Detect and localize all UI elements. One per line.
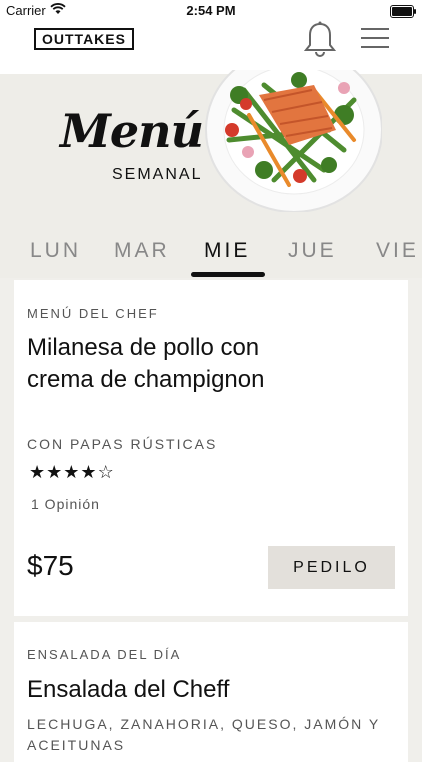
star-empty-icon: ☆: [97, 462, 115, 482]
battery-icon: [390, 5, 416, 18]
brand-logo[interactable]: OUTTAKES: [34, 28, 134, 50]
status-bar: Carrier 2:54 PM: [0, 0, 422, 22]
star-filled-icon: ★: [63, 462, 81, 482]
dish-card[interactable]: ENSALADA DEL DÍA Ensalada del Cheff LECH…: [14, 622, 408, 762]
dish-name: Ensalada del Cheff: [27, 676, 230, 703]
hero-subtitle: SEMANAL: [112, 166, 203, 183]
tab-lun[interactable]: LUN: [30, 239, 81, 263]
tab-mar[interactable]: MAR: [114, 239, 170, 263]
tab-mie[interactable]: MIE: [204, 239, 250, 263]
day-tabs: LUN MAR MIE JUE VIE: [0, 224, 422, 278]
star-rating: ★★★★☆: [29, 462, 115, 483]
tab-jue[interactable]: JUE: [288, 239, 337, 263]
salmon-plate-image: [205, 70, 382, 212]
dish-category: MENÚ DEL CHEF: [27, 306, 159, 321]
bell-icon[interactable]: [303, 20, 337, 58]
dish-price: $75: [27, 550, 74, 581]
clock: 2:54 PM: [186, 3, 236, 18]
dish-side: CON PAPAS RÚSTICAS: [27, 436, 218, 452]
app-header: OUTTAKES: [0, 20, 422, 74]
reviews-count[interactable]: 1 Opinión: [31, 496, 100, 512]
dish-category: ENSALADA DEL DÍA: [27, 647, 182, 662]
hamburger-menu-icon[interactable]: [360, 26, 390, 50]
star-filled-icon: ★: [29, 462, 47, 482]
star-filled-icon: ★: [80, 462, 98, 482]
hero-title: Menú: [60, 104, 204, 158]
hero-banner: Menú SEMANAL: [0, 70, 422, 224]
tab-vie[interactable]: VIE: [376, 239, 419, 263]
dish-card[interactable]: MENÚ DEL CHEF Milanesa de pollo con crem…: [14, 280, 408, 616]
order-button[interactable]: PEDILO: [268, 546, 395, 589]
star-filled-icon: ★: [46, 462, 64, 482]
active-tab-indicator: [191, 272, 265, 277]
dish-name: Milanesa de pollo con crema de champigno…: [27, 334, 265, 393]
